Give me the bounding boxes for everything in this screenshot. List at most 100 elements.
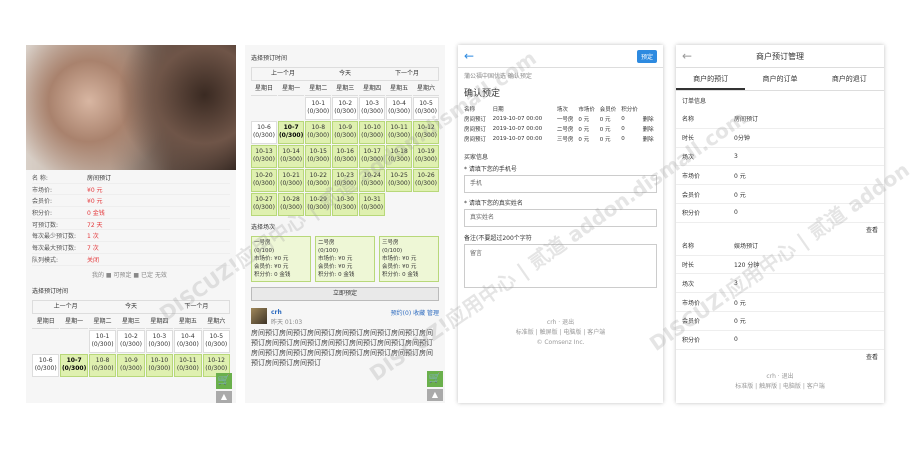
calendar-day[interactable]: 10-15 (0/300): [305, 145, 332, 168]
calendar-day[interactable]: 10-2 (0/300): [332, 97, 359, 120]
plan-option[interactable]: 三号房 (0/100) 市场价: ¥0 元会员价: ¥0 元积分价: 0 金钱: [379, 236, 439, 282]
plan-name: 三号房: [382, 240, 399, 246]
info-value: 1 次: [87, 233, 99, 241]
plan-count: (0/100): [318, 248, 339, 254]
detail-label: 场次: [682, 280, 695, 288]
calendar-day[interactable]: 10-1 (0/300): [305, 97, 332, 120]
cart-icon[interactable]: 🛒: [216, 373, 232, 389]
calendar-day[interactable]: 10-22 (0/300): [305, 169, 332, 192]
cart-icon[interactable]: 🛒: [427, 371, 443, 387]
calendar-day[interactable]: 10-28 (0/300): [277, 193, 305, 216]
calendar-day[interactable]: 10-19 (0/300): [413, 145, 439, 168]
detail-label: 名称: [682, 116, 695, 124]
book-button[interactable]: 预定: [636, 49, 657, 63]
calendar-day[interactable]: 10-11 (0/300): [174, 353, 202, 377]
calendar-day[interactable]: 10-25 (0/300): [386, 169, 413, 192]
calendar-day[interactable]: 10-3 (0/300): [145, 329, 174, 353]
calendar-day[interactable]: 10-9 (0/300): [332, 121, 359, 144]
calendar-day[interactable]: 10-20 (0/300): [251, 169, 277, 192]
calendar-day[interactable]: 10-5 (0/300): [202, 329, 230, 353]
calendar-day[interactable]: 10-1 (0/300): [88, 329, 117, 353]
back-arrow-icon[interactable]: ←: [682, 49, 692, 63]
calendar-day[interactable]: 10-21 (0/300): [277, 169, 305, 192]
detail-row: 名称 房间预订: [676, 110, 884, 129]
today-button[interactable]: 今天: [314, 68, 376, 80]
calendar-day[interactable]: 10-12 (0/300): [413, 121, 439, 144]
calendar-day[interactable]: 10-6 (0/300): [251, 121, 277, 144]
detail-row: 会员价 0 元: [676, 185, 884, 204]
calendar-day[interactable]: 10-29 (0/300): [305, 193, 332, 216]
back-arrow-icon[interactable]: ←: [464, 49, 474, 63]
footer-user[interactable]: crh · 退出: [458, 318, 663, 328]
calendar-day[interactable]: 10-8 (0/300): [305, 121, 332, 144]
tab-merchant-refunds[interactable]: 商户的退订: [815, 68, 884, 90]
calendar-day[interactable]: 10-4 (0/300): [386, 97, 413, 120]
calendar-day[interactable]: 10-3 (0/300): [359, 97, 386, 120]
empty-cell: [386, 193, 412, 216]
topbar: ← 商户预订管理: [676, 45, 884, 68]
calendar-day[interactable]: 10-5 (0/300): [413, 97, 439, 120]
table-cell: 0 元: [599, 117, 611, 123]
calendar-day[interactable]: 10-14 (0/300): [277, 145, 305, 168]
calendar-day[interactable]: 10-16 (0/300): [332, 145, 359, 168]
tab-merchant-orders[interactable]: 商户的订单: [745, 68, 814, 90]
calendar-day[interactable]: 10-7 (0/300): [277, 121, 305, 144]
calendar-day[interactable]: 10-10 (0/300): [359, 121, 386, 144]
calendar-day[interactable]: 10-13 (0/300): [251, 145, 277, 168]
delete-link[interactable]: 删除: [643, 134, 657, 144]
month-nav: 上一个月 今天 下一个月: [32, 299, 230, 314]
calendar-day[interactable]: 10-6 (0/300): [32, 353, 60, 377]
calendar-day[interactable]: 10-11 (0/300): [386, 121, 413, 144]
back-to-top-icon[interactable]: ▲: [427, 389, 443, 401]
weekday-header: 星期日: [32, 316, 60, 329]
calendar-day[interactable]: 10-8 (0/300): [88, 353, 117, 377]
calendar-day[interactable]: 10-9 (0/300): [117, 353, 145, 377]
footer-links[interactable]: 标准版 | 触屏版 | 电脑版 | 客户端: [676, 382, 884, 392]
calendar-day[interactable]: 10-30 (0/300): [332, 193, 359, 216]
prev-month-button[interactable]: 上一个月: [252, 68, 314, 80]
calendar-panel: 选择预订时间 上一个月 今天 下一个月 星期日 星期一 星期二 星期三 星期四 星期五 星期…: [245, 45, 445, 403]
calendar-day[interactable]: 10-7 (0/300): [60, 353, 88, 377]
calendar-day[interactable]: 10-24 (0/300): [359, 169, 386, 192]
column-header: [643, 104, 657, 114]
today-button[interactable]: 今天: [98, 301, 163, 313]
next-month-button[interactable]: 下一个月: [376, 68, 438, 80]
info-value: ¥0 元: [87, 198, 103, 206]
plan-option[interactable]: 二号房 (0/100) 市场价: ¥0 元会员价: ¥0 元积分价: 0 金钱: [315, 236, 375, 282]
calendar-day[interactable]: 10-17 (0/300): [359, 145, 386, 168]
calendar-day[interactable]: 10-2 (0/300): [117, 329, 145, 353]
note-textarea[interactable]: 留言: [464, 244, 657, 288]
back-to-top-icon[interactable]: ▲: [216, 391, 232, 403]
table-row: 房间预订 2019-10-07 00:00 二号房 0 元 0 元 0 删除: [464, 124, 657, 134]
name-input[interactable]: 真实姓名: [464, 209, 657, 227]
page-title: 确认预定: [464, 89, 501, 99]
calendar-day[interactable]: 10-23 (0/300): [332, 169, 359, 192]
tab-merchant-bookings[interactable]: 商户的预订: [676, 68, 746, 90]
comment-actions[interactable]: 预约(0) 收藏 管理: [391, 308, 439, 317]
weekday-header: 星期三: [332, 83, 359, 96]
detail-value: 0 元: [734, 299, 746, 307]
delete-link[interactable]: 删除: [643, 124, 657, 134]
next-month-button[interactable]: 下一个月: [164, 301, 229, 313]
footer-links[interactable]: 标准版 | 触屏版 | 电脑版 | 客户端: [458, 328, 663, 338]
calendar-day[interactable]: 10-18 (0/300): [386, 145, 413, 168]
calendar-day[interactable]: 10-31 (0/300): [359, 193, 386, 216]
comment-user[interactable]: crh: [271, 309, 282, 316]
delete-link[interactable]: 删除: [643, 114, 657, 124]
calendar: 星期日 星期一 星期二 星期三 星期四 星期五 星期六 10-1 (0/300) 10-2 (0…: [32, 316, 230, 377]
calendar-day[interactable]: 10-27 (0/300): [251, 193, 277, 216]
detail-row: 会员价 0 元: [676, 312, 884, 331]
phone-input[interactable]: 手机: [464, 175, 657, 193]
view-link[interactable]: 查看: [676, 223, 884, 237]
submit-booking-button[interactable]: 立即预定: [251, 287, 439, 301]
breadcrumb: 蒲公福中国优选 确认预定: [464, 73, 532, 80]
calendar-day[interactable]: 10-4 (0/300): [174, 329, 202, 353]
plan-option[interactable]: 一号房 (0/100) 市场价: ¥0 元会员价: ¥0 元积分价: 0 金钱: [251, 236, 311, 282]
view-link[interactable]: 查看: [676, 350, 884, 364]
footer-user[interactable]: crh · 退出: [676, 372, 884, 382]
comment-text: 房间预订房间预订房间预订房间预订房间预订房间预订房间预订房间预订房间预订房间预订…: [251, 329, 433, 367]
calendar-day[interactable]: 10-26 (0/300): [413, 169, 439, 192]
prev-month-button[interactable]: 上一个月: [33, 301, 98, 313]
calendar-day[interactable]: 10-10 (0/300): [145, 353, 174, 377]
info-label: 积分价:: [32, 209, 53, 217]
